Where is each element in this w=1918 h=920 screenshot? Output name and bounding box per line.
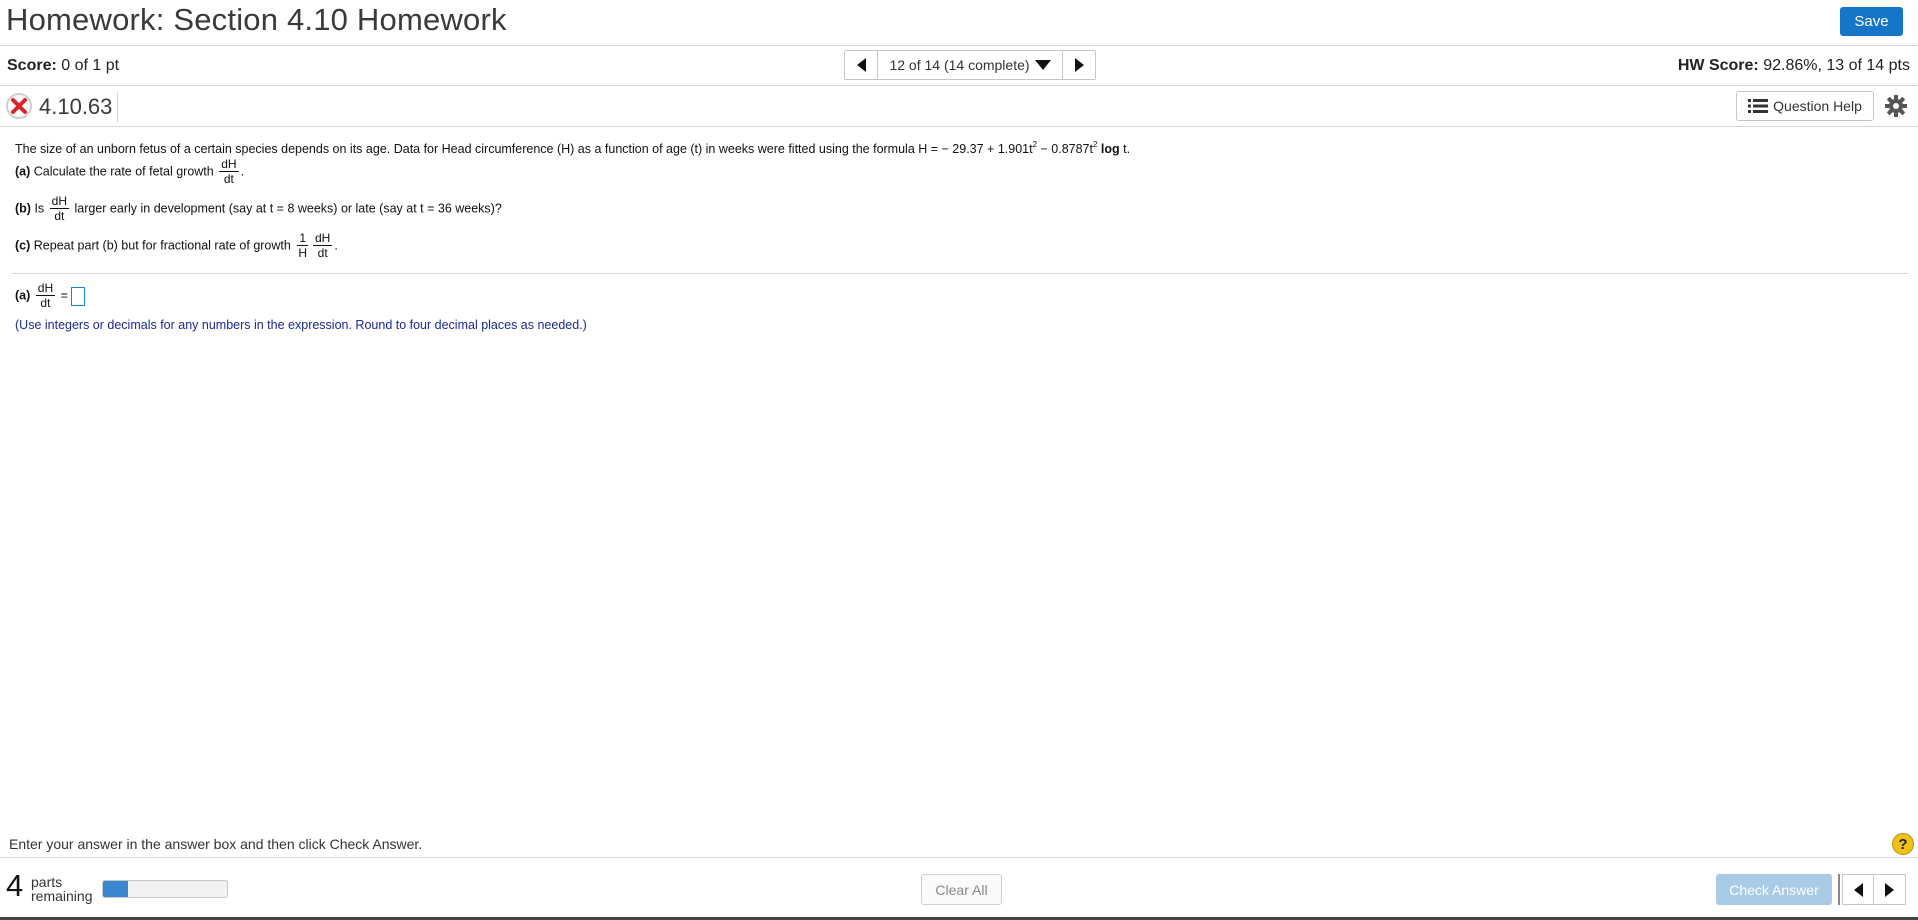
score: Score: 0 of 1 pt xyxy=(7,57,119,75)
question-help-label: Question Help xyxy=(1773,98,1862,114)
next-question-button[interactable] xyxy=(1874,874,1906,905)
score-bar: Score: 0 of 1 pt 12 of 14 (14 complete) … xyxy=(0,46,1918,86)
fraction-dh-dt: dH dt xyxy=(49,194,70,223)
progress-fill xyxy=(103,881,128,897)
parts-remaining-count: 4 xyxy=(6,868,24,903)
check-answer-button[interactable]: Check Answer xyxy=(1716,874,1832,905)
question-selector-label: 12 of 14 (14 complete) xyxy=(889,57,1030,73)
part-b-label: (b) xyxy=(15,201,31,216)
parts-remaining-label: parts remaining xyxy=(31,874,93,904)
triangle-right-icon xyxy=(1885,882,1894,897)
triangle-down-icon xyxy=(1034,60,1051,70)
fraction-1-over-h: 1 H xyxy=(297,231,308,260)
divider xyxy=(12,273,1908,274)
equals-sign: = xyxy=(60,288,68,303)
triangle-left-icon xyxy=(856,58,866,72)
parts-progress-bar xyxy=(102,880,228,898)
question-id: 4.10.63 xyxy=(39,92,119,122)
help-icon[interactable]: ? xyxy=(1892,833,1914,855)
previous-question-button[interactable] xyxy=(1842,874,1874,905)
triangle-left-icon xyxy=(1853,882,1863,897)
part-a: (a) Calculate the rate of fetal growth d… xyxy=(15,157,245,187)
hw-score-label: HW Score: xyxy=(1677,57,1759,74)
part-b-text: larger early in development (say at t = … xyxy=(74,201,502,216)
fraction-dh-dt: dH dt xyxy=(219,157,239,186)
answer-label: (a) xyxy=(15,288,31,303)
header: Homework: Section 4.10 Homework Save xyxy=(0,0,1918,46)
score-value: 0 of 1 pt xyxy=(61,57,120,74)
question-help-button[interactable]: Question Help xyxy=(1736,91,1874,121)
part-c-text: Repeat part (b) but for fractional rate … xyxy=(33,238,291,253)
bottom-question-nav xyxy=(1838,874,1906,905)
instructions: Enter your answer in the answer box and … xyxy=(9,836,423,852)
score-label: Score: xyxy=(7,57,57,74)
part-a-label: (a) xyxy=(15,164,31,179)
fraction-dh-dt: dH dt xyxy=(313,231,333,260)
question-intro: The size of an unborn fetus of a certain… xyxy=(15,140,1130,156)
answer-hint: (Use integers or decimals for any number… xyxy=(15,318,587,332)
hw-score-value: 92.86%, 13 of 14 pts xyxy=(1763,57,1910,74)
footer-divider xyxy=(0,857,1918,858)
list-icon xyxy=(1748,99,1769,113)
part-c-label: (c) xyxy=(15,238,31,253)
previous-question-button[interactable] xyxy=(845,51,878,79)
triangle-right-icon xyxy=(1074,58,1084,72)
question-header: 4.10.63 Question Help xyxy=(0,87,1918,127)
answer-input[interactable] xyxy=(70,286,85,306)
part-c: (c) Repeat part (b) but for fractional r… xyxy=(15,231,338,261)
save-button[interactable]: Save xyxy=(1840,7,1903,36)
clear-all-button[interactable]: Clear All xyxy=(921,874,1002,905)
intro-text: The size of an unborn fetus of a certain… xyxy=(15,142,1033,156)
part-b: (b) Is dH dt larger early in development… xyxy=(15,194,502,224)
answer-row: (a) dH dt = xyxy=(15,282,85,310)
x-circle-icon xyxy=(6,93,32,119)
hw-score: HW Score: 92.86%, 13 of 14 pts xyxy=(1678,57,1910,75)
page-title: Homework: Section 4.10 Homework xyxy=(6,2,507,37)
fraction-dh-dt: dH dt xyxy=(35,281,56,310)
formula-middle: − 0.8787t xyxy=(1037,142,1093,156)
formula-exponent: 2 xyxy=(1092,140,1098,149)
question-navigator: 12 of 14 (14 complete) xyxy=(844,50,1096,80)
next-question-button[interactable] xyxy=(1062,51,1095,79)
gear-icon[interactable] xyxy=(1884,94,1908,118)
formula-log: log xyxy=(1100,142,1120,156)
question-selector[interactable]: 12 of 14 (14 complete) xyxy=(878,51,1062,79)
formula-end: t. xyxy=(1119,142,1131,156)
part-a-text: Calculate the rate of fetal growth xyxy=(33,164,214,179)
